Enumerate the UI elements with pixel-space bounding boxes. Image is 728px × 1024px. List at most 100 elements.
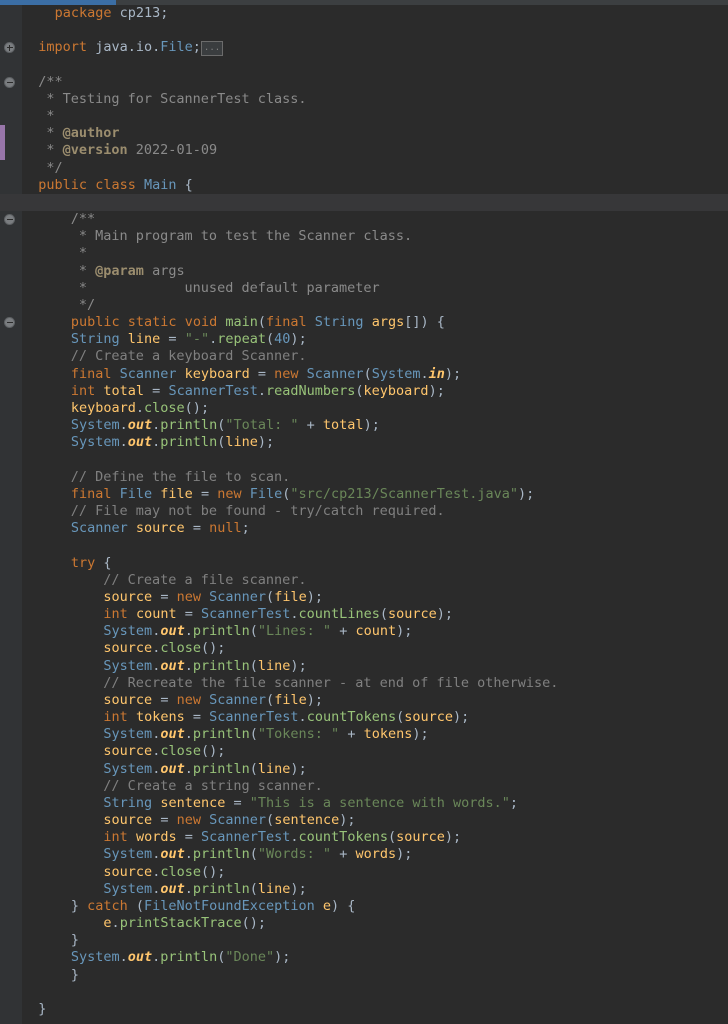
code-line[interactable]: final Scanner keyboard = new Scanner(Sys… xyxy=(0,366,728,383)
code-line[interactable]: * xyxy=(0,245,728,262)
code-line-text: String line = "-".repeat(40); xyxy=(70,331,307,348)
code-line-text: System.out.println("Done"); xyxy=(70,949,291,966)
code-editor[interactable]: package cp213; import java.io.File;... /… xyxy=(0,5,728,1024)
code-line-text: source = new Scanner(file); xyxy=(103,691,323,708)
code-line[interactable]: import java.io.File;... xyxy=(0,39,728,57)
code-line[interactable]: } xyxy=(0,967,728,984)
code-line-text: source = new Scanner(file); xyxy=(103,588,323,605)
code-line[interactable]: source = new Scanner(file); xyxy=(0,692,728,709)
code-line[interactable]: int count = ScannerTest.countLines(sourc… xyxy=(0,606,728,623)
code-line-text: int total = ScannerTest.readNumbers(keyb… xyxy=(70,382,445,399)
code-line-text: } catch (FileNotFoundException e) { xyxy=(70,897,356,914)
code-line[interactable] xyxy=(0,984,728,1001)
code-line-text: * @author xyxy=(22,125,120,142)
code-line[interactable]: System.out.println("Done"); xyxy=(0,949,728,966)
code-line-text: System.out.println("Words: " + words); xyxy=(103,846,413,863)
code-line[interactable]: * Testing for ScannerTest class. xyxy=(0,91,728,108)
code-line[interactable]: System.out.println("Lines: " + count); xyxy=(0,623,728,640)
code-line[interactable]: public static void main(final String arg… xyxy=(0,314,728,331)
code-line[interactable]: System.out.println("Total: " + total); xyxy=(0,417,728,434)
code-line-text: int words = ScannerTest.countTokens(sour… xyxy=(103,829,462,846)
code-line[interactable]: * Main program to test the Scanner class… xyxy=(0,228,728,245)
code-line-text: public static void main(final String arg… xyxy=(70,314,445,331)
collapsed-fold-chip[interactable]: ... xyxy=(200,41,224,57)
code-line[interactable]: } xyxy=(0,1001,728,1018)
code-line[interactable]: // Recreate the file scanner - at end of… xyxy=(0,675,728,692)
code-line[interactable]: e.printStackTrace(); xyxy=(0,915,728,932)
code-line[interactable]: System.out.println(line); xyxy=(0,658,728,675)
code-line[interactable] xyxy=(0,57,728,74)
code-line[interactable]: package cp213; xyxy=(0,5,728,22)
code-line-text: // Create a string scanner. xyxy=(22,777,323,794)
code-line-text: int tokens = ScannerTest.countTokens(sou… xyxy=(103,709,470,726)
code-line[interactable]: System.out.println("Tokens: " + tokens); xyxy=(0,726,728,743)
code-line[interactable]: System.out.println(line); xyxy=(0,434,728,451)
code-line[interactable]: * xyxy=(0,108,728,125)
code-content[interactable]: package cp213; import java.io.File;... /… xyxy=(0,5,728,1024)
code-line-text: // Recreate the file scanner - at end of… xyxy=(22,674,559,691)
code-line[interactable]: /** xyxy=(0,74,728,91)
code-line-text: // File may not be found - try/catch req… xyxy=(22,502,445,519)
code-line-text: final Scanner keyboard = new Scanner(Sys… xyxy=(70,365,462,382)
code-line-text: package cp213; xyxy=(54,5,169,21)
code-line[interactable]: int words = ScannerTest.countTokens(sour… xyxy=(0,829,728,846)
code-line[interactable]: // Create a file scanner. xyxy=(0,572,728,589)
code-line-text: System.out.println(line); xyxy=(103,760,307,777)
code-line-text: * unused default parameter xyxy=(22,279,380,296)
code-line-text: System.out.println(line); xyxy=(103,880,307,897)
code-line-text: System.out.println(line); xyxy=(103,657,307,674)
code-line[interactable]: */ xyxy=(0,160,728,177)
code-line[interactable]: source.close(); xyxy=(0,743,728,760)
code-line[interactable]: int total = ScannerTest.readNumbers(keyb… xyxy=(0,383,728,400)
code-line-text: System.out.println("Lines: " + count); xyxy=(103,623,413,640)
code-line[interactable] xyxy=(0,537,728,554)
code-line[interactable]: * unused default parameter xyxy=(0,280,728,297)
code-line-text: } xyxy=(70,932,79,949)
code-line[interactable]: int tokens = ScannerTest.countTokens(sou… xyxy=(0,709,728,726)
code-line[interactable]: source.close(); xyxy=(0,864,728,881)
code-line[interactable]: String sentence = "This is a sentence wi… xyxy=(0,795,728,812)
code-line-text: System.out.println("Total: " + total); xyxy=(70,417,380,434)
code-line-text: * Testing for ScannerTest class. xyxy=(22,90,307,107)
code-line[interactable]: final File file = new File("src/cp213/Sc… xyxy=(0,486,728,503)
code-line[interactable]: try { xyxy=(0,555,728,572)
code-line-text: * xyxy=(22,108,55,125)
code-line-text: /** xyxy=(22,211,96,228)
code-line[interactable]: // Create a string scanner. xyxy=(0,778,728,795)
code-line[interactable] xyxy=(0,193,728,212)
code-line-text: Scanner source = null; xyxy=(70,520,250,537)
code-line-text: System.out.println("Tokens: " + tokens); xyxy=(103,726,429,743)
code-line[interactable]: source = new Scanner(sentence); xyxy=(0,812,728,829)
code-line[interactable]: System.out.println(line); xyxy=(0,761,728,778)
code-line-text: */ xyxy=(22,296,96,313)
code-line[interactable]: public class Main { xyxy=(0,177,728,194)
code-line-text: // Create a keyboard Scanner. xyxy=(22,348,307,365)
code-line[interactable]: * @author xyxy=(0,125,728,142)
code-line-text: * xyxy=(22,245,88,262)
code-line[interactable]: * @version 2022-01-09 xyxy=(0,142,728,159)
code-line-text: } xyxy=(70,966,79,983)
code-line[interactable] xyxy=(0,451,728,468)
code-line[interactable]: Scanner source = null; xyxy=(0,520,728,537)
code-line-text: * @param args xyxy=(22,262,185,279)
code-line[interactable]: // File may not be found - try/catch req… xyxy=(0,503,728,520)
code-line[interactable]: System.out.println("Words: " + words); xyxy=(0,846,728,863)
code-line-text: import java.io.File; xyxy=(38,39,201,56)
code-line[interactable] xyxy=(0,22,728,39)
code-line-text: source.close(); xyxy=(103,743,226,760)
code-line[interactable]: /** xyxy=(0,211,728,228)
code-line[interactable]: source = new Scanner(file); xyxy=(0,589,728,606)
code-line[interactable]: System.out.println(line); xyxy=(0,881,728,898)
code-line[interactable]: } xyxy=(0,932,728,949)
code-line[interactable]: // Define the file to scan. xyxy=(0,469,728,486)
code-line-text: } xyxy=(38,1000,47,1017)
code-line[interactable]: String line = "-".repeat(40); xyxy=(0,331,728,348)
code-line-text: source.close(); xyxy=(103,640,226,657)
code-line[interactable]: */ xyxy=(0,297,728,314)
code-line[interactable]: keyboard.close(); xyxy=(0,400,728,417)
code-line[interactable]: * @param args xyxy=(0,263,728,280)
code-line-text: String sentence = "This is a sentence wi… xyxy=(103,794,519,811)
code-line[interactable]: source.close(); xyxy=(0,640,728,657)
code-line[interactable]: // Create a keyboard Scanner. xyxy=(0,348,728,365)
code-line[interactable]: } catch (FileNotFoundException e) { xyxy=(0,898,728,915)
